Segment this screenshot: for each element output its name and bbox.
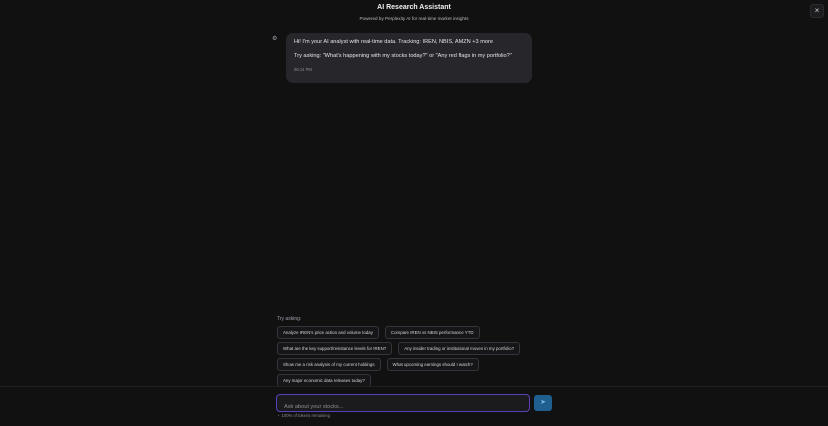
suggestion-chip[interactable]: What are the key support/resistance leve…	[277, 342, 393, 355]
suggestion-chip[interactable]: Compare IREN vs NBIS performance YTD	[384, 326, 480, 339]
chat-header: AI Research Assistant Powered by Perplex…	[0, 0, 828, 30]
token-icon: ◔	[277, 413, 280, 418]
send-button[interactable]: ➤	[534, 395, 552, 411]
token-status: ◔ 100% of tokens remaining	[277, 413, 330, 418]
suggestion-chip[interactable]: What upcoming earnings should I watch?	[386, 358, 479, 371]
message-text-line1: Hi! I'm your AI analyst with real-time d…	[294, 39, 493, 45]
send-icon: ➤	[540, 399, 546, 406]
suggestions-label: Try asking:	[277, 316, 302, 322]
divider	[0, 386, 828, 387]
page-title: AI Research Assistant	[377, 4, 451, 11]
message-timestamp: 06:14 PM	[294, 67, 312, 72]
assistant-message: Hi! I'm your AI analyst with real-time d…	[286, 33, 532, 83]
suggestion-chip[interactable]: Show me a risk analysis of my current ho…	[277, 358, 381, 371]
chat-input-wrapper	[276, 394, 530, 415]
suggestion-chip[interactable]: Any insider trading or institutional mov…	[398, 342, 521, 355]
suggestions-panel: Try asking: Analyze IREN's price action …	[277, 316, 557, 387]
message-text-line2: Try asking: "What's happening with my st…	[294, 53, 512, 59]
token-status-text: 100% of tokens remaining	[281, 413, 330, 418]
suggestion-chips: Analyze IREN's price action and volume t…	[277, 326, 555, 387]
close-icon: ×	[814, 6, 820, 15]
bot-icon: ⚙	[272, 36, 278, 42]
suggestion-chip[interactable]: Analyze IREN's price action and volume t…	[277, 326, 379, 339]
page-subtitle: Powered by Perplexity AI for real-time m…	[359, 16, 469, 21]
close-button[interactable]: ×	[810, 4, 824, 18]
